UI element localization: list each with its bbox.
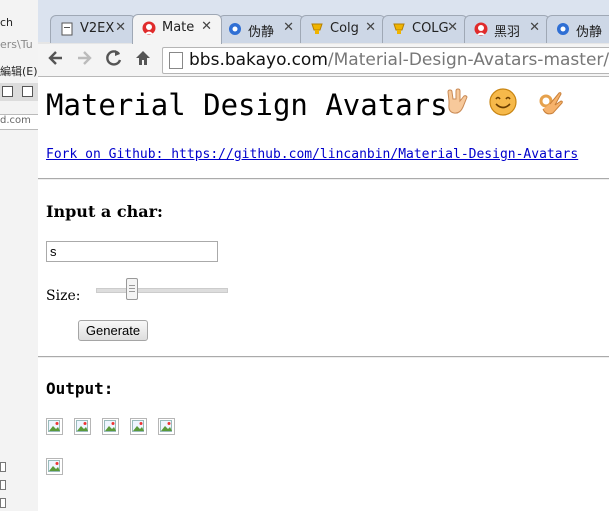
tab-title: 伪静 — [576, 25, 603, 40]
fork-on-github-link[interactable]: Fork on Github: https://github.com/linca… — [46, 147, 578, 162]
tab-title: Colg — [330, 21, 359, 36]
tab-title: 伪静 — [248, 25, 275, 40]
reload-icon — [106, 50, 122, 66]
bg-checkbox-1[interactable] — [0, 462, 6, 472]
broken-image-icon — [46, 458, 63, 475]
page-content: Material Design Avatars Fork on Github: … — [38, 77, 609, 511]
tab-pseudo-static-1[interactable]: 伪静 ✕ — [218, 15, 304, 43]
bg-address: d.com — [0, 114, 38, 130]
bg-address-text: d.com — [0, 115, 31, 126]
divider — [38, 178, 609, 180]
tab-title: V2EX — [80, 21, 115, 36]
address-url: bbs.bakayo.com/Material-Design-Avatars-m… — [189, 50, 609, 70]
back-arrow-icon — [48, 51, 62, 65]
tab-title: 黑羽 — [494, 25, 521, 40]
size-slider-track[interactable] — [96, 288, 228, 293]
url-host: bbs.bakayo.com — [189, 50, 328, 70]
bg-save-icon[interactable] — [2, 86, 13, 97]
close-icon[interactable]: ✕ — [283, 20, 294, 35]
tab-material-design[interactable]: Mate ✕ — [132, 14, 222, 44]
blue-gear-icon — [557, 23, 569, 35]
broken-image-icon — [74, 418, 91, 435]
smiley-emoji-icon — [489, 88, 517, 116]
home-icon — [136, 51, 150, 65]
forward-button[interactable] — [72, 48, 96, 72]
reload-button[interactable] — [102, 48, 126, 72]
generate-button[interactable]: Generate — [78, 320, 148, 341]
tab-v2ex[interactable]: V2EX ✕ — [50, 15, 136, 43]
size-label: Size: — [46, 288, 81, 304]
toolbar: bbs.bakayo.com/Material-Design-Avatars-m… — [38, 44, 609, 77]
tab-pseudo-static-2[interactable]: 伪静 — [546, 15, 609, 43]
bg-copy-icon[interactable] — [22, 86, 33, 97]
tab-colg-2[interactable]: COLG ✕ — [382, 15, 468, 43]
red-avatar-icon — [474, 22, 488, 36]
ok-hand-emoji-icon — [539, 92, 563, 115]
close-icon[interactable]: ✕ — [447, 20, 458, 35]
page-icon — [169, 52, 183, 69]
red-avatar-icon — [142, 21, 156, 35]
input-char-label: Input a char: — [46, 202, 163, 221]
tab-heiyu[interactable]: 黑羽 ✕ — [464, 15, 550, 43]
close-icon[interactable]: ✕ — [365, 20, 376, 35]
broken-image-icon — [130, 418, 147, 435]
address-bar[interactable]: bbs.bakayo.com/Material-Design-Avatars-m… — [162, 47, 609, 74]
bg-menu-edit[interactable]: 編辑(E) — [0, 63, 38, 79]
broken-image-icon — [46, 418, 63, 435]
bg-checkbox-2[interactable] — [0, 480, 6, 490]
page-title: Material Design Avatars — [46, 88, 448, 122]
close-icon[interactable]: ✕ — [115, 20, 126, 35]
char-input[interactable] — [46, 241, 218, 262]
back-button[interactable] — [44, 48, 68, 72]
background-window: ch ers\Tu 編辑(E) d.com — [0, 0, 39, 511]
trophy-icon — [393, 23, 405, 34]
broken-image-icon — [158, 418, 175, 435]
page-icon — [61, 22, 73, 36]
rock-hand-emoji-icon — [447, 88, 468, 114]
output-label: Output: — [46, 379, 114, 398]
close-icon[interactable]: ✕ — [201, 19, 212, 34]
broken-image-icon — [102, 418, 119, 435]
close-icon[interactable]: ✕ — [529, 20, 540, 35]
bg-text-2: ers\Tu — [0, 38, 33, 51]
divider — [38, 356, 609, 358]
trophy-icon — [311, 23, 323, 34]
browser-chrome: V2EX ✕ Mate ✕ 伪静 ✕ Colg ✕ COLG ✕ 黑羽 ✕ 伪静 — [38, 0, 609, 77]
bg-checkbox-3[interactable] — [0, 498, 6, 508]
url-path: /Material-Design-Avatars-master/demo — [327, 50, 609, 70]
forward-arrow-icon — [78, 51, 92, 65]
size-slider-thumb[interactable] — [126, 278, 138, 300]
tab-colg-1[interactable]: Colg ✕ — [300, 15, 386, 43]
tab-title: COLG — [412, 21, 449, 36]
tab-title: Mate — [162, 20, 195, 35]
blue-gear-icon — [229, 23, 241, 35]
home-button[interactable] — [131, 48, 155, 72]
bg-toolbar — [0, 83, 38, 101]
bg-text-1: ch — [0, 16, 14, 29]
